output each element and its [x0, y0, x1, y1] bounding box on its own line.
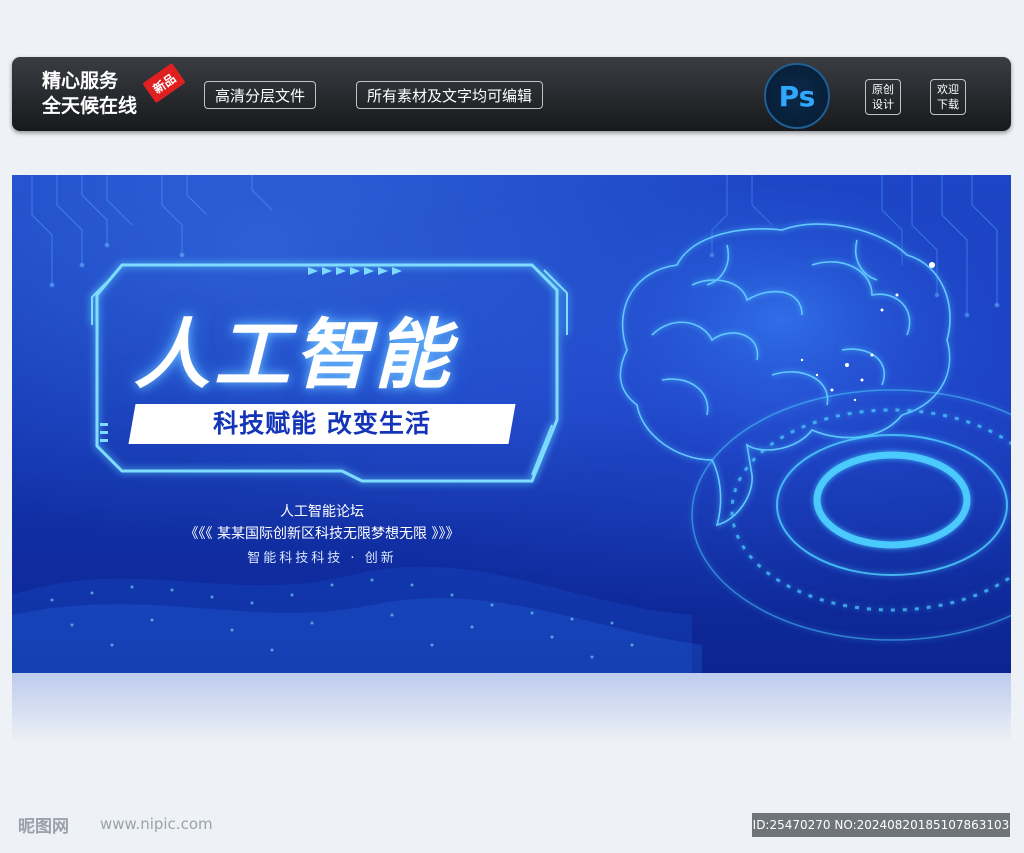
- original-design-label: 原创 设计: [865, 79, 901, 115]
- editable-assets-label: 所有素材及文字均可编辑: [356, 81, 544, 109]
- banner-tagline: 《《《 某某国际创新区科技无限梦想无限 》》》: [184, 526, 460, 542]
- welcome-download-line-2: 下载: [937, 98, 959, 111]
- banner-reflection: [12, 673, 1011, 743]
- service-line-2: 全天候在线: [42, 95, 138, 117]
- original-design-line-2: 设计: [872, 98, 894, 111]
- image-id-label: ID:25470270 NO:20240820185107863103: [752, 813, 1010, 837]
- forum-name: 人工智能论坛: [280, 504, 364, 520]
- banner-subtitle: 科技赋能 改变生活: [213, 409, 431, 438]
- ai-banner: 人工智能 科技赋能 改变生活 人工智能论坛 《《《 某某国际创新区科技无限梦想无…: [12, 175, 1011, 673]
- banner-title: 人工智能: [134, 310, 454, 399]
- service-line-1: 精心服务: [42, 70, 119, 92]
- original-design-line-1: 原创: [872, 83, 894, 96]
- welcome-download-label: 欢迎 下载: [930, 79, 966, 115]
- new-product-badge: 新品: [142, 62, 186, 104]
- particle-wave: [12, 566, 702, 673]
- banner-slogan: 智能科技科技 · 创新: [247, 551, 397, 566]
- nipic-url: www.nipic.com: [100, 815, 213, 833]
- service-text: 精心服务 全天候在线: [42, 69, 137, 119]
- nipic-logo: 昵图网: [18, 817, 69, 837]
- top-info-bar: 精心服务 全天候在线 新品 高清分层文件 所有素材及文字均可编辑 Ps 原创 设…: [12, 57, 1011, 131]
- welcome-download-line-1: 欢迎: [937, 83, 959, 96]
- photoshop-logo-icon: Ps: [764, 63, 830, 129]
- frame-arrows: [308, 267, 402, 275]
- circuit-lines-left: [31, 175, 273, 288]
- frame-side-ticks: [100, 423, 108, 442]
- hd-layer-file-label: 高清分层文件: [204, 81, 317, 109]
